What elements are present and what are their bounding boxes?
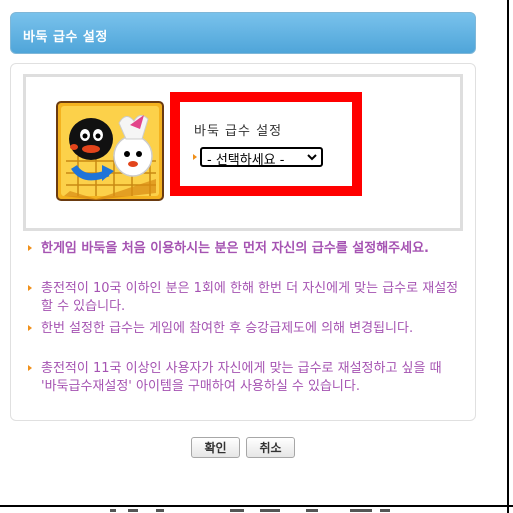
bullet-icon	[28, 365, 32, 371]
notice-text: 총전적이 10국 이하인 분은 1회에 한해 한번 더 자신에게 맞는 급수로 …	[41, 281, 459, 314]
dialog-title-bar: 바둑 급수 설정	[10, 12, 476, 54]
setting-label: 바둑 급수 설정	[194, 124, 283, 139]
dialog-title: 바둑 급수 설정	[23, 30, 108, 45]
chevron-down-icon	[307, 154, 317, 161]
bullet-icon	[28, 285, 32, 291]
grade-select[interactable]: - 선택하세요 -	[200, 147, 323, 168]
bullet-icon	[28, 245, 32, 251]
grade-setting-highlight: 바둑 급수 설정 - 선택하세요 -	[170, 92, 362, 196]
confirm-button[interactable]: 확인	[191, 437, 240, 458]
truncated-text-fragment	[110, 509, 390, 512]
grade-select-value: - 선택하세요 -	[207, 153, 285, 168]
window-frame-right	[507, 0, 509, 513]
bullet-icon	[193, 154, 197, 160]
baduk-character-image	[56, 101, 164, 201]
bullet-icon	[28, 325, 32, 331]
notice-text: 한게임 바둑을 처음 이용하시는 분은 먼저 자신의 급수를 설정해주세요.	[41, 241, 429, 256]
cancel-button[interactable]: 취소	[246, 437, 295, 458]
notice-text: 총전적이 11국 이상인 사용자가 자신에게 맞는 급수로 재설정하고 싶을 때…	[41, 361, 442, 394]
notice-text: 한번 설정한 급수는 게임에 참여한 후 승강급제도에 의해 변경됩니다.	[41, 321, 414, 336]
